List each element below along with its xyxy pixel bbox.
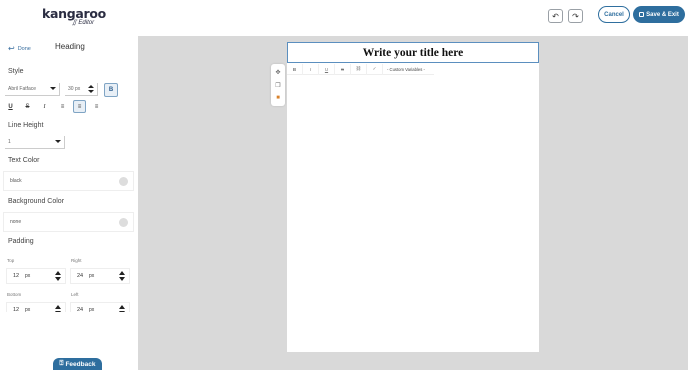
undo-button[interactable]: ↶	[548, 9, 563, 23]
padding-bottom-stepper[interactable]: 12 px	[6, 302, 66, 312]
unit-label: px	[25, 273, 31, 279]
background-color-label: Background Color	[8, 198, 65, 205]
rt-underline-button[interactable]: U	[319, 63, 335, 75]
unit-label: px	[25, 307, 31, 312]
padding-top-value: 12	[13, 273, 20, 279]
padding-bottom-value: 12	[13, 307, 20, 312]
unit-label: px	[89, 307, 95, 312]
padding-label: Padding	[8, 238, 34, 245]
chevron-down-icon	[55, 140, 61, 143]
text-color-label: Text Color	[8, 157, 40, 164]
save-icon	[639, 12, 645, 17]
text-color-picker[interactable]: black	[3, 171, 134, 191]
underline-button[interactable]: U	[4, 100, 17, 113]
link-icon[interactable]: ⛓	[351, 63, 367, 75]
chevron-down-icon	[50, 87, 56, 90]
move-icon[interactable]: ✥	[274, 68, 282, 76]
rt-bold-button[interactable]: B	[287, 63, 303, 75]
top-header: kangaroo ∬ Editor ↶ ↷ Cancel Save & Exit	[0, 0, 688, 36]
block-tools: ✥ ❐ ■	[271, 64, 285, 106]
email-paper: Write your title here B I U S ⛓ ✓ - Cust…	[287, 42, 539, 352]
font-size-value: 30 px	[68, 86, 81, 92]
font-size-stepper[interactable]: 30 px	[65, 83, 98, 96]
logo-subtitle: ∬ Editor	[72, 20, 95, 26]
bold-button[interactable]: B	[104, 83, 118, 97]
done-label: Done	[17, 45, 31, 52]
color-swatch[interactable]	[119, 218, 128, 227]
padding-top-label: Top	[7, 258, 15, 263]
feedback-label: Feedback	[65, 360, 96, 368]
cancel-button[interactable]: Cancel	[598, 6, 630, 23]
clear-format-icon[interactable]: ✓	[367, 63, 383, 75]
done-button[interactable]: ↩ Done	[8, 44, 31, 53]
padding-bottom-label: Bottom	[7, 292, 22, 297]
unit-label: px	[89, 273, 95, 279]
redo-icon: ↷	[572, 11, 579, 21]
heading-block[interactable]: Write your title here	[287, 42, 539, 63]
padding-right-stepper[interactable]: 24 px	[70, 268, 130, 284]
feedback-button[interactable]: ⍰ Feedback	[53, 358, 102, 370]
stepper-icon	[119, 305, 125, 312]
background-color-picker[interactable]: none	[3, 212, 134, 232]
font-family-select[interactable]: Abril Fatface	[5, 83, 60, 96]
save-exit-label: Save & Exit	[646, 11, 679, 18]
padding-right-label: Right	[71, 258, 82, 263]
strikethrough-button[interactable]: S	[21, 100, 34, 113]
rt-strikethrough-button[interactable]: S	[335, 63, 351, 75]
align-center-button[interactable]: ≡	[73, 100, 86, 113]
stepper-icon	[119, 271, 125, 281]
padding-left-label: Left	[71, 292, 79, 297]
duplicate-icon[interactable]: ❐	[274, 81, 282, 89]
undo-icon: ↶	[552, 11, 559, 21]
stepper-icon	[88, 85, 94, 94]
line-height-select[interactable]: 1	[5, 136, 65, 149]
padding-left-stepper[interactable]: 24 px	[70, 302, 130, 312]
save-exit-button[interactable]: Save & Exit	[633, 6, 685, 23]
text-color-value: black	[10, 178, 22, 184]
stepper-icon	[55, 271, 61, 281]
align-left-button[interactable]: ≡	[56, 100, 69, 113]
editor-canvas: Write your title here B I U S ⛓ ✓ - Cust…	[138, 36, 688, 370]
stepper-icon	[55, 305, 61, 312]
back-arrow-icon: ↩	[8, 44, 15, 53]
kangaroo-logo: kangaroo ∬ Editor	[42, 6, 106, 26]
padding-top-stepper[interactable]: 12 px	[6, 268, 66, 284]
italic-button[interactable]: I	[38, 100, 51, 113]
feedback-icon: ⍰	[59, 360, 64, 367]
logo-subtitle-label: Editor	[78, 20, 95, 26]
color-swatch[interactable]	[119, 177, 128, 186]
padding-bottom-row-clip: 12 px 24 px	[0, 302, 138, 312]
font-family-value: Abril Fatface	[8, 86, 37, 92]
custom-variables-select[interactable]: - Custom Variables -	[383, 67, 425, 72]
sidebar-title: Heading	[55, 42, 85, 51]
rich-text-toolbar: B I U S ⛓ ✓ - Custom Variables -	[287, 63, 434, 75]
delete-icon[interactable]: ■	[274, 94, 282, 102]
redo-button[interactable]: ↷	[568, 9, 583, 23]
align-right-button[interactable]: ≡	[90, 100, 103, 113]
properties-sidebar: ↩ Done Heading Style Abril Fatface 30 px…	[0, 36, 138, 370]
rt-italic-button[interactable]: I	[303, 63, 319, 75]
line-height-label: Line Height	[8, 122, 44, 129]
heading-text[interactable]: Write your title here	[363, 47, 464, 59]
line-height-value: 1	[8, 139, 11, 145]
background-color-value: none	[10, 219, 22, 225]
style-label: Style	[8, 68, 24, 75]
padding-left-value: 24	[77, 307, 84, 312]
padding-right-value: 24	[77, 273, 84, 279]
